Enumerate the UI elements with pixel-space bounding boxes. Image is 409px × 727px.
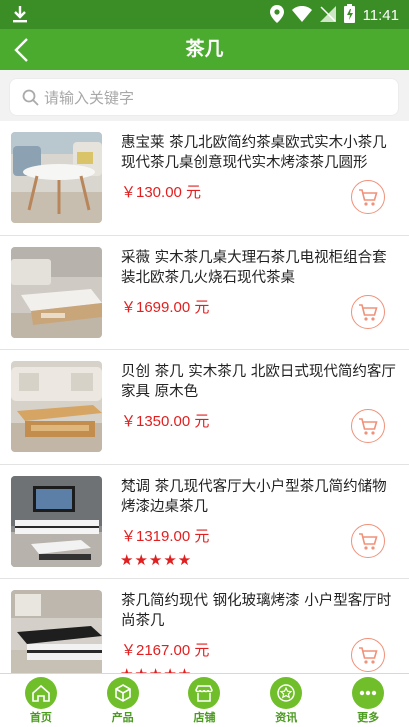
- product-price: ￥1319.00 元: [121, 527, 210, 545]
- add-to-cart-button[interactable]: [351, 523, 385, 558]
- product-price: ￥1350.00 元: [121, 413, 210, 430]
- more-dots-icon: [352, 677, 385, 709]
- cart-icon: [359, 303, 378, 321]
- store-icon: [188, 677, 221, 709]
- search-icon: [22, 89, 39, 110]
- tab-more[interactable]: 更多: [327, 674, 409, 727]
- bottom-tab-bar: 首页 产品 店铺 资讯 更多: [0, 673, 409, 727]
- home-icon: [24, 677, 57, 709]
- product-name: 茶几简约现代 钢化玻璃烤漆 小户型客厅时尚茶几: [121, 593, 392, 629]
- cart-icon: [359, 647, 378, 664]
- add-to-cart-button[interactable]: [351, 180, 385, 214]
- tab-products[interactable]: 产品: [82, 674, 164, 727]
- product-price: ￥1699.00 元: [121, 298, 210, 316]
- signal-icon: [319, 5, 336, 26]
- search-box[interactable]: [9, 78, 399, 116]
- battery-icon: [343, 4, 355, 27]
- product-price: ￥130.00 元: [121, 184, 202, 201]
- product-item[interactable]: 茶几简约现代 钢化玻璃烤漆 小户型客厅时尚茶几 ￥2167.00 元 ★★★★★: [0, 579, 409, 673]
- product-item[interactable]: 贝创 茶几 实木茶几 北欧日式现代简约客厅家具 原木色 ￥1350.00 元: [0, 350, 409, 465]
- rating-stars: ★★★★★: [120, 665, 192, 673]
- product-list: 惠宝莱 茶几北欧简约茶桌欧式实木小茶几现代茶几桌创意现代实木烤漆茶几圆形 ￥13…: [0, 121, 409, 673]
- status-bar: 11:41: [0, 0, 409, 29]
- product-price: ￥2167.00 元: [121, 642, 210, 659]
- status-time: 11:41: [362, 7, 399, 24]
- add-to-cart-button[interactable]: [351, 638, 385, 672]
- product-item[interactable]: 梵调 茶几现代客厅大小户型茶几简约储物烤漆边桌茶几 ￥1319.00 元 ★★★…: [0, 464, 409, 579]
- product-name: 贝创 茶几 实木茶几 北欧日式现代简约客厅家具 原木色: [121, 364, 396, 400]
- search-bar: [0, 70, 409, 122]
- tab-news[interactable]: 资讯: [245, 674, 327, 727]
- product-item[interactable]: 采薇 实木茶几桌大理石茶几电视柜组合套装北欧茶几火烧石现代茶桌 ￥1699.00…: [0, 235, 409, 350]
- add-to-cart-button[interactable]: [351, 294, 385, 329]
- product-image: [11, 590, 102, 673]
- tab-home-label: 首页: [29, 711, 52, 724]
- product-item[interactable]: 惠宝莱 茶几北欧简约茶桌欧式实木小茶几现代茶几桌创意现代实木烤漆茶几圆形 ￥13…: [0, 121, 409, 236]
- app-header: 茶几: [0, 29, 409, 70]
- star-badge-icon: [270, 677, 303, 709]
- tab-home[interactable]: 首页: [0, 674, 82, 727]
- cart-icon: [359, 418, 378, 435]
- cart-icon: [359, 532, 378, 550]
- tab-products-label: 产品: [111, 711, 134, 724]
- wifi-icon: [291, 5, 312, 26]
- tab-news-label: 资讯: [275, 711, 298, 724]
- product-image: [11, 246, 102, 338]
- product-name: 采薇 实木茶几桌大理石茶几电视柜组合套装北欧茶几火烧石现代茶桌: [121, 249, 387, 286]
- rating-stars: ★★★★★: [120, 550, 193, 569]
- product-image: [11, 132, 102, 223]
- tab-more-label: 更多: [357, 711, 380, 724]
- product-image: [11, 361, 102, 452]
- location-icon: [269, 4, 284, 27]
- box-icon: [106, 677, 139, 709]
- product-image: [11, 475, 102, 567]
- download-icon: [12, 5, 28, 27]
- add-to-cart-button[interactable]: [351, 409, 385, 443]
- search-input[interactable]: [44, 85, 384, 111]
- page-title: 茶几: [185, 38, 224, 60]
- cart-icon: [359, 189, 378, 206]
- product-name: 梵调 茶几现代客厅大小户型茶几简约储物烤漆边桌茶几: [121, 478, 387, 515]
- tab-shops-label: 店铺: [193, 711, 216, 724]
- tab-shops[interactable]: 店铺: [164, 674, 246, 727]
- product-name: 惠宝莱 茶几北欧简约茶桌欧式实木小茶几现代茶几桌创意现代实木烤漆茶几圆形: [121, 135, 387, 171]
